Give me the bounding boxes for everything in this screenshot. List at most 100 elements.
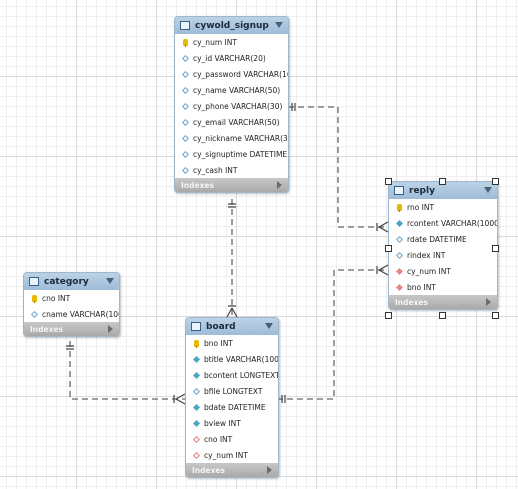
column-diamond-icon — [192, 387, 200, 395]
column-label: rcontent VARCHAR(1000) — [407, 218, 498, 228]
column-row[interactable]: cno INT — [186, 431, 278, 447]
resize-handle[interactable] — [385, 245, 392, 252]
indexes-label: Indexes — [192, 465, 225, 475]
expand-arrow-icon[interactable] — [108, 325, 113, 333]
resize-handle[interactable] — [385, 312, 392, 319]
table-board[interactable]: board bno INT btitle VARCHAR(1000) bcont… — [185, 317, 279, 478]
table-category[interactable]: category cno INT cname VARCHAR(100) Inde… — [23, 272, 120, 337]
column-diamond-icon — [395, 251, 403, 259]
column-diamond-icon — [181, 150, 189, 158]
column-row[interactable]: cy_signuptime DATETIME — [175, 146, 288, 162]
table-header[interactable]: board — [186, 318, 278, 335]
column-row[interactable]: bfile LONGTEXT — [186, 383, 278, 399]
column-label: cy_email VARCHAR(50) — [193, 117, 280, 127]
column-row[interactable]: cy_cash INT — [175, 162, 288, 178]
foreign-key-diamond-icon — [192, 451, 200, 459]
expand-arrow-icon[interactable] — [486, 298, 491, 306]
column-row[interactable]: cy_num INT — [389, 263, 497, 279]
column-label: rdate DATETIME — [407, 234, 467, 244]
column-row[interactable]: rindex INT — [389, 247, 497, 263]
table-name: category — [44, 276, 89, 287]
column-label: cy_nickname VARCHAR(30) — [193, 133, 289, 143]
column-label: cy_num INT — [407, 266, 451, 276]
collapse-arrow-icon[interactable] — [484, 187, 492, 193]
column-row[interactable]: cy_phone VARCHAR(30) — [175, 98, 288, 114]
indexes-label: Indexes — [181, 180, 214, 190]
indexes-footer[interactable]: Indexes — [24, 322, 119, 336]
column-row[interactable]: rdate DATETIME — [389, 231, 497, 247]
collapse-arrow-icon[interactable] — [106, 278, 114, 284]
expand-arrow-icon[interactable] — [277, 181, 282, 189]
resize-handle[interactable] — [385, 178, 392, 185]
column-row[interactable]: cy_password VARCHAR(16) — [175, 66, 288, 82]
column-row[interactable]: cy_id VARCHAR(20) — [175, 50, 288, 66]
relationship-board-reply — [277, 269, 388, 400]
resize-handle[interactable] — [492, 312, 499, 319]
column-label: bno INT — [204, 338, 233, 348]
table-name: cywold_signup — [195, 20, 269, 31]
column-diamond-icon — [395, 235, 403, 243]
not-null-diamond-icon — [395, 219, 403, 227]
er-diagram-canvas[interactable]: cywold_signup cy_num INT cy_id VARCHAR(2… — [0, 0, 518, 489]
expand-arrow-icon[interactable] — [267, 466, 272, 474]
column-row[interactable]: rcontent VARCHAR(1000) — [389, 215, 497, 231]
collapse-arrow-icon[interactable] — [265, 323, 273, 329]
column-row[interactable]: btitle VARCHAR(1000) — [186, 351, 278, 367]
column-label: rno INT — [407, 202, 435, 212]
column-row[interactable]: bview INT — [186, 415, 278, 431]
primary-key-icon — [192, 339, 200, 348]
column-label: bview INT — [204, 418, 241, 428]
column-row[interactable]: cy_nickname VARCHAR(30) — [175, 130, 288, 146]
column-label: btitle VARCHAR(1000) — [204, 354, 279, 364]
column-diamond-icon — [181, 102, 189, 110]
table-icon — [394, 186, 404, 195]
indexes-label: Indexes — [30, 324, 63, 334]
column-label: cno INT — [42, 293, 71, 303]
table-cywold-signup[interactable]: cywold_signup cy_num INT cy_id VARCHAR(2… — [174, 16, 289, 193]
table-header[interactable]: cywold_signup — [175, 17, 288, 34]
indexes-footer[interactable]: Indexes — [175, 178, 288, 192]
indexes-footer[interactable]: Indexes — [389, 295, 497, 309]
primary-key-icon — [181, 38, 189, 47]
collapse-arrow-icon[interactable] — [275, 22, 283, 28]
column-row[interactable]: cname VARCHAR(100) — [24, 306, 119, 322]
column-label: cname VARCHAR(100) — [42, 309, 120, 319]
foreign-key-diamond-icon — [192, 435, 200, 443]
column-label: cy_id VARCHAR(20) — [193, 53, 266, 63]
column-label: bno INT — [407, 282, 436, 292]
relationship-category-board — [69, 341, 185, 400]
resize-handle[interactable] — [492, 178, 499, 185]
column-row[interactable]: rno INT — [389, 199, 497, 215]
table-icon — [180, 21, 190, 30]
column-row[interactable]: cy_name VARCHAR(50) — [175, 82, 288, 98]
column-diamond-icon — [181, 86, 189, 94]
table-header[interactable]: category — [24, 273, 119, 290]
primary-key-icon — [30, 294, 38, 303]
column-row[interactable]: bno INT — [186, 335, 278, 351]
column-row[interactable]: cy_num INT — [186, 447, 278, 463]
indexes-footer[interactable]: Indexes — [186, 463, 278, 477]
column-row[interactable]: cno INT — [24, 290, 119, 306]
column-row[interactable]: bdate DATETIME — [186, 399, 278, 415]
connector-mark-category-board-one — [66, 345, 74, 350]
relationship-signup-reply — [288, 106, 388, 228]
table-reply[interactable]: reply rno INT rcontent VARCHAR(1000) rda… — [388, 181, 498, 310]
connector-mark-signup-board-one — [228, 203, 236, 208]
resize-handle[interactable] — [439, 312, 446, 319]
column-diamond-icon — [181, 70, 189, 78]
column-label: cy_num INT — [204, 450, 248, 460]
column-row[interactable]: bno INT — [389, 279, 497, 295]
column-row[interactable]: cy_email VARCHAR(50) — [175, 114, 288, 130]
column-row[interactable]: cy_num INT — [175, 34, 288, 50]
table-name: reply — [409, 185, 435, 196]
resize-handle[interactable] — [492, 245, 499, 252]
resize-handle[interactable] — [439, 178, 446, 185]
table-icon — [191, 322, 201, 331]
column-label: bdate DATETIME — [204, 402, 266, 412]
column-label: bcontent LONGTEXT — [204, 370, 279, 380]
not-null-diamond-icon — [192, 403, 200, 411]
indexes-label: Indexes — [395, 297, 428, 307]
column-diamond-icon — [181, 54, 189, 62]
column-row[interactable]: bcontent LONGTEXT — [186, 367, 278, 383]
column-label: rindex INT — [407, 250, 446, 260]
